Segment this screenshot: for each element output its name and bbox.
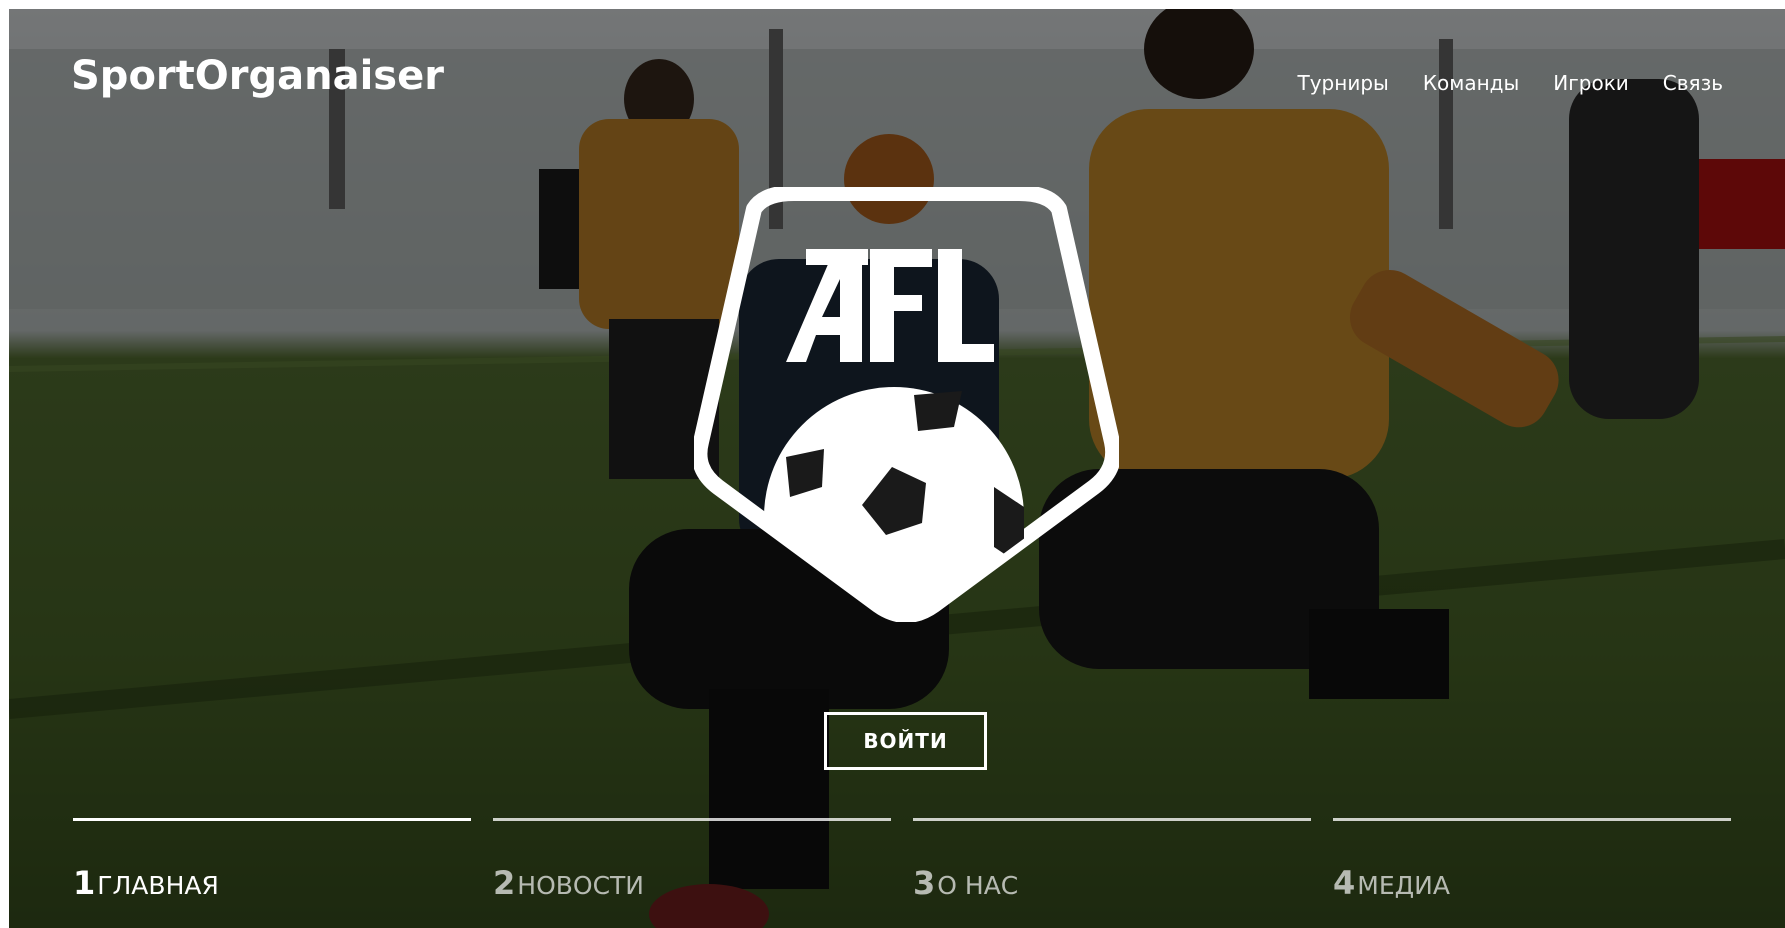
login-button[interactable]: ВОЙТИ (824, 712, 987, 770)
indicator-number: 1 (73, 864, 96, 902)
soccer-ball-icon (764, 387, 1024, 615)
nav-item-teams[interactable]: Команды (1423, 71, 1519, 95)
nav-item-contact[interactable]: Связь (1663, 71, 1723, 95)
indicator-bar (73, 818, 471, 821)
afl-emblem (691, 185, 1122, 623)
indicator-label: МЕДИА (1357, 871, 1450, 900)
section-indicators: 1ГЛАВНАЯ 2НОВОСТИ 3О НАС 4МЕДИА (73, 818, 1733, 902)
brand-logo-text[interactable]: SportOrganaiser (71, 53, 444, 99)
indicator-bar (1333, 818, 1731, 821)
page: SportOrganaiser Турниры Команды Игроки С… (9, 9, 1785, 928)
indicator-bar (913, 818, 1311, 821)
indicator-number: 4 (1333, 864, 1356, 902)
main-nav: Турниры Команды Игроки Связь (1298, 71, 1724, 95)
nav-item-players[interactable]: Игроки (1553, 71, 1628, 95)
indicator-label: НОВОСТИ (517, 871, 644, 900)
indicator-bar (493, 818, 891, 821)
indicator-number: 3 (913, 864, 936, 902)
nav-item-tournaments[interactable]: Турниры (1298, 71, 1389, 95)
section-indicator-news[interactable]: 2НОВОСТИ (493, 818, 891, 902)
indicator-number: 2 (493, 864, 516, 902)
section-indicator-home[interactable]: 1ГЛАВНАЯ (73, 818, 471, 902)
section-indicator-media[interactable]: 4МЕДИА (1333, 818, 1731, 902)
emblem-lettering (786, 249, 994, 362)
indicator-label: О НАС (937, 871, 1019, 900)
section-indicator-about[interactable]: 3О НАС (913, 818, 1311, 902)
indicator-label: ГЛАВНАЯ (97, 871, 219, 900)
